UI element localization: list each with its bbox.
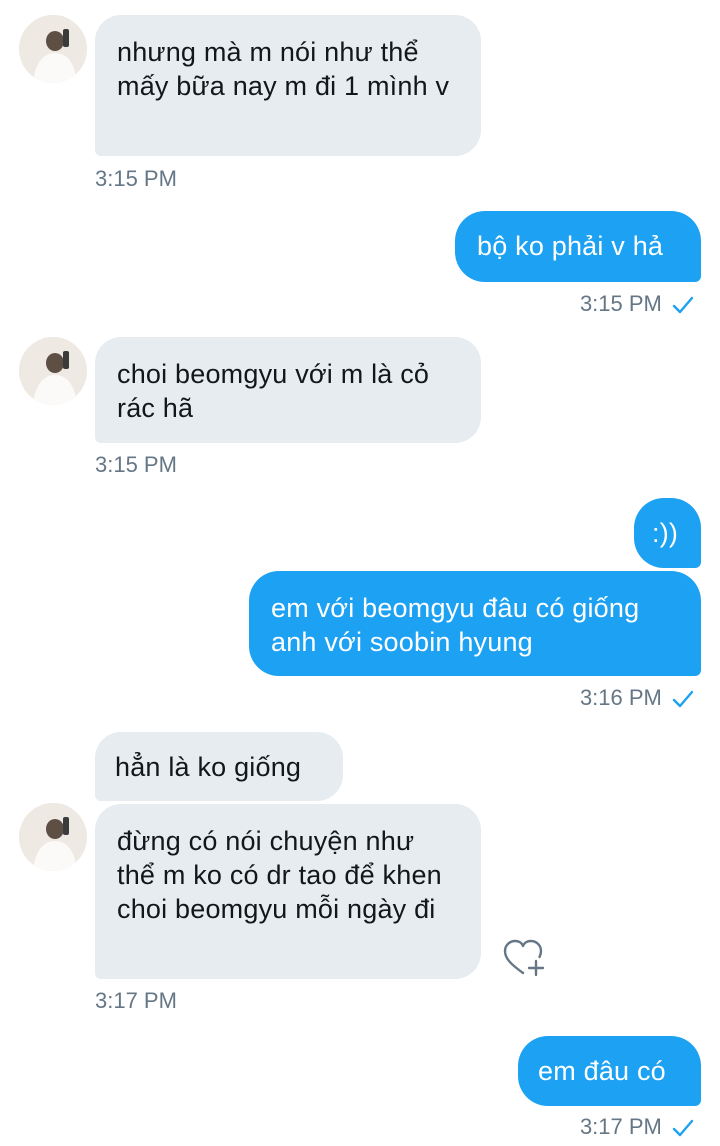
- message-timestamp: 3:15 PM: [579, 291, 662, 316]
- message-timestamp-row: 3:17 PM: [580, 1114, 694, 1140]
- message-text: đừng có nói chuyện như thể m ko có dr ta…: [117, 826, 442, 924]
- message-text: hẳn là ko giống: [115, 752, 302, 782]
- checkmark-icon: [672, 296, 694, 314]
- avatar[interactable]: [19, 15, 87, 83]
- avatar[interactable]: [19, 337, 87, 405]
- message-text: :)): [652, 518, 679, 548]
- outgoing-message-bubble[interactable]: em đâu có: [518, 1036, 701, 1106]
- checkmark-icon: [672, 1119, 694, 1137]
- message-timestamp: 3:15 PM: [95, 166, 177, 191]
- incoming-message-bubble[interactable]: nhưng mà m nói như thể mấy bữa nay m đi …: [95, 15, 481, 156]
- heart-plus-icon[interactable]: [502, 938, 546, 978]
- message-timestamp: 3:15 PM: [95, 452, 177, 477]
- message-timestamp: 3:17 PM: [95, 988, 177, 1013]
- message-text: choi beomgyu với m là cỏ rác hã: [117, 359, 430, 423]
- incoming-message-bubble[interactable]: hẳn là ko giống: [95, 732, 343, 801]
- avatar[interactable]: [19, 803, 87, 871]
- outgoing-message-bubble[interactable]: :)): [634, 498, 701, 568]
- message-text: em đâu có: [538, 1056, 666, 1086]
- message-text: em với beomgyu đâu có giống anh với soob…: [271, 593, 640, 657]
- message-text: bộ ko phải v hả: [477, 231, 664, 261]
- outgoing-message-bubble[interactable]: em với beomgyu đâu có giống anh với soob…: [249, 571, 701, 676]
- message-timestamp: 3:17 PM: [579, 1114, 662, 1139]
- outgoing-message-bubble[interactable]: bộ ko phải v hả: [455, 211, 701, 282]
- checkmark-icon: [672, 690, 694, 708]
- message-text: nhưng mà m nói như thể mấy bữa nay m đi …: [117, 37, 450, 101]
- message-timestamp-row: 3:16 PM: [580, 685, 694, 711]
- message-timestamp: 3:16 PM: [579, 685, 662, 710]
- incoming-message-bubble[interactable]: choi beomgyu với m là cỏ rác hã: [95, 337, 481, 443]
- incoming-message-bubble[interactable]: đừng có nói chuyện như thể m ko có dr ta…: [95, 804, 481, 979]
- message-timestamp-row: 3:15 PM: [580, 291, 694, 317]
